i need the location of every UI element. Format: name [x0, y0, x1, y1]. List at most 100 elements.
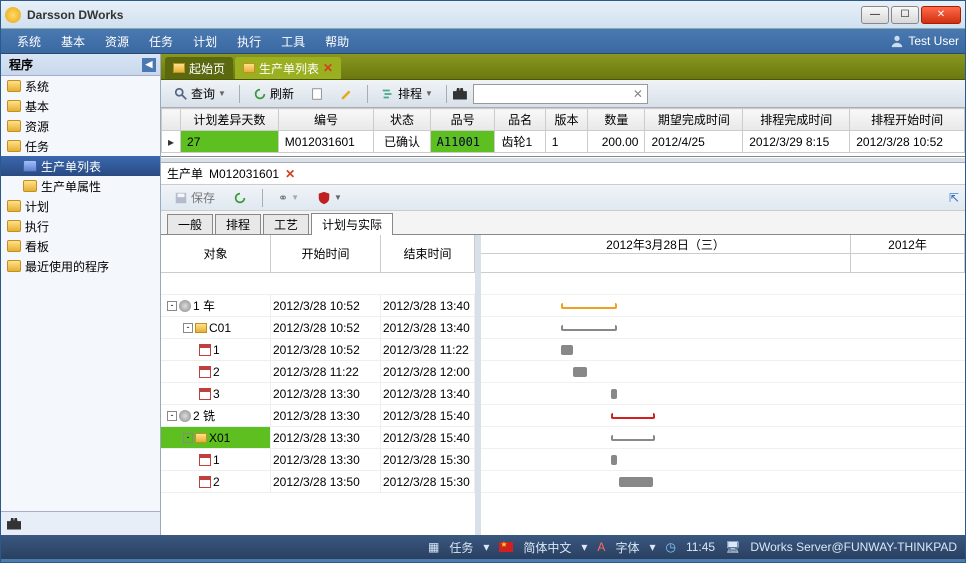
link-button[interactable]: ⚭▼ [271, 187, 306, 209]
sidebar-item[interactable]: 看板 [1, 236, 160, 256]
sidebar-collapse-button[interactable]: ◀ [142, 58, 156, 72]
menu-系统[interactable]: 系统 [7, 29, 51, 54]
menu-执行[interactable]: 执行 [227, 29, 271, 54]
grid-col[interactable]: 状态 [374, 109, 430, 131]
sidebar-item[interactable]: 资源 [1, 116, 160, 136]
tab[interactable]: 生产单列表✕ [235, 57, 341, 79]
grid-col[interactable]: 期望完成时间 [645, 109, 743, 131]
grid-col[interactable]: 品名 [495, 109, 545, 131]
sidebar-tree: 系统基本资源任务生产单列表生产单属性计划执行看板最近使用的程序 [1, 76, 160, 511]
tree-toggle[interactable]: - [183, 433, 193, 443]
gantt-bar[interactable] [611, 455, 617, 465]
grid-col[interactable]: 品号 [430, 109, 495, 131]
refresh-button[interactable] [226, 187, 254, 209]
maximize-button[interactable]: ☐ [891, 6, 919, 24]
gantt-bar[interactable] [611, 435, 655, 441]
search-box[interactable]: ✕ [473, 84, 648, 104]
task-row[interactable]: -C012012/3/28 10:522012/3/28 13:40 [161, 317, 475, 339]
grid-col[interactable]: 数量 [588, 109, 645, 131]
task-row[interactable]: 22012/3/28 11:222012/3/28 12:00 [161, 361, 475, 383]
status-lang[interactable]: 简体中文 [523, 539, 571, 556]
detail-toolbar: 保存 ⚭▼ ▼ ⇱ [161, 185, 965, 211]
sidebar-item[interactable]: 任务 [1, 136, 160, 156]
gantt-bar[interactable] [573, 367, 587, 377]
cog-icon [179, 410, 191, 422]
sidebar-item[interactable]: 系统 [1, 76, 160, 96]
sidebar-item[interactable]: 执行 [1, 216, 160, 236]
col-object: 对象 [161, 235, 271, 272]
tree-toggle[interactable]: - [167, 301, 177, 311]
grid-col[interactable]: 版本 [545, 109, 588, 131]
task-row[interactable]: -X012012/3/28 13:302012/3/28 15:40 [161, 427, 475, 449]
grid-col[interactable]: 排程完成时间 [743, 109, 850, 131]
menu-计划[interactable]: 计划 [183, 29, 227, 54]
save-button[interactable]: 保存 [167, 187, 222, 209]
task-row[interactable]: 22012/3/28 13:502012/3/28 15:30 [161, 471, 475, 493]
status-task[interactable]: 任务 [449, 539, 473, 556]
tree-toggle[interactable]: - [183, 323, 193, 333]
sidebar-item[interactable]: 生产单列表 [1, 156, 160, 176]
refresh-button[interactable]: 刷新 [246, 83, 301, 105]
sidebar-item[interactable]: 生产单属性 [1, 176, 160, 196]
popout-button[interactable]: ⇱ [949, 191, 959, 205]
shield-button[interactable]: ▼ [310, 187, 349, 209]
gantt-bar[interactable] [611, 389, 617, 399]
search-input[interactable] [478, 87, 633, 101]
gantt-bar[interactable] [611, 413, 655, 419]
tree-toggle[interactable]: - [167, 411, 177, 421]
schedule-button[interactable]: 排程 ▼ [374, 83, 440, 105]
task-row[interactable]: 32012/3/28 13:302012/3/28 13:40 [161, 383, 475, 405]
grid-col[interactable]: 计划差异天数 [181, 109, 279, 131]
gantt-bar[interactable] [561, 345, 573, 355]
tab[interactable]: 起始页 [165, 57, 233, 79]
grid-col[interactable]: 排程开始时间 [850, 109, 965, 131]
statusbar: ▦ 任务 ▾ 简体中文 ▾ A 字体 ▾ ◷ 11:45 🖥 DWorks Se… [1, 535, 965, 559]
task-body[interactable]: -1 车2012/3/28 10:522012/3/28 13:40-C0120… [161, 273, 475, 535]
status-server[interactable]: DWorks Server@FUNWAY-THINKPAD [750, 540, 957, 554]
clear-search-icon[interactable]: ✕ [633, 87, 643, 101]
subtab[interactable]: 排程 [215, 214, 261, 234]
grid-row[interactable]: ▸27M012031601已确认A11001齿轮11200.002012/4/2… [162, 131, 965, 153]
grid-col[interactable]: 编号 [278, 109, 374, 131]
task-row[interactable]: -1 车2012/3/28 10:522012/3/28 13:40 [161, 295, 475, 317]
tab-close-icon[interactable]: ✕ [323, 61, 333, 75]
shield-icon [317, 191, 331, 205]
toolbar: 查询 ▼ 刷新 排程 ▼ ✕ [161, 80, 965, 108]
sidebar-item[interactable]: 计划 [1, 196, 160, 216]
menu-资源[interactable]: 资源 [95, 29, 139, 54]
menu-工具[interactable]: 工具 [271, 29, 315, 54]
task-row[interactable]: 12012/3/28 10:522012/3/28 11:22 [161, 339, 475, 361]
minimize-button[interactable]: — [861, 6, 889, 24]
page-icon [310, 87, 324, 101]
subtab[interactable]: 工艺 [263, 214, 309, 234]
sidebar-item[interactable]: 最近使用的程序 [1, 256, 160, 276]
user-icon [890, 34, 904, 48]
menu-基本[interactable]: 基本 [51, 29, 95, 54]
binoculars-icon[interactable] [7, 518, 21, 530]
task-row[interactable]: 12012/3/28 13:302012/3/28 15:30 [161, 449, 475, 471]
detail-subtabs: 一般排程工艺计划与实际 [161, 211, 965, 235]
calendar-icon [199, 476, 211, 488]
flag-cn-icon [499, 542, 513, 552]
subtab[interactable]: 一般 [167, 214, 213, 234]
task-row[interactable]: -2 铣2012/3/28 13:302012/3/28 15:40 [161, 405, 475, 427]
gantt-row [481, 427, 965, 449]
subtab[interactable]: 计划与实际 [311, 213, 393, 235]
user-box[interactable]: Test User [890, 34, 959, 48]
detail-close-button[interactable]: ✕ [285, 167, 295, 181]
calendar-icon [199, 388, 211, 400]
status-font[interactable]: 字体 [615, 539, 639, 556]
menu-任务[interactable]: 任务 [139, 29, 183, 54]
menu-帮助[interactable]: 帮助 [315, 29, 359, 54]
gantt-bar[interactable] [561, 303, 617, 309]
search-button[interactable]: 查询 ▼ [167, 83, 233, 105]
new-button[interactable] [303, 83, 331, 105]
binoculars-icon[interactable] [453, 88, 467, 100]
sidebar-item[interactable]: 基本 [1, 96, 160, 116]
gantt-body[interactable] [481, 273, 965, 535]
gantt-bar[interactable] [561, 325, 617, 331]
gantt-bar[interactable] [619, 477, 653, 487]
close-button[interactable]: ✕ [921, 6, 961, 24]
search-icon [174, 87, 188, 101]
edit-button[interactable] [333, 83, 361, 105]
